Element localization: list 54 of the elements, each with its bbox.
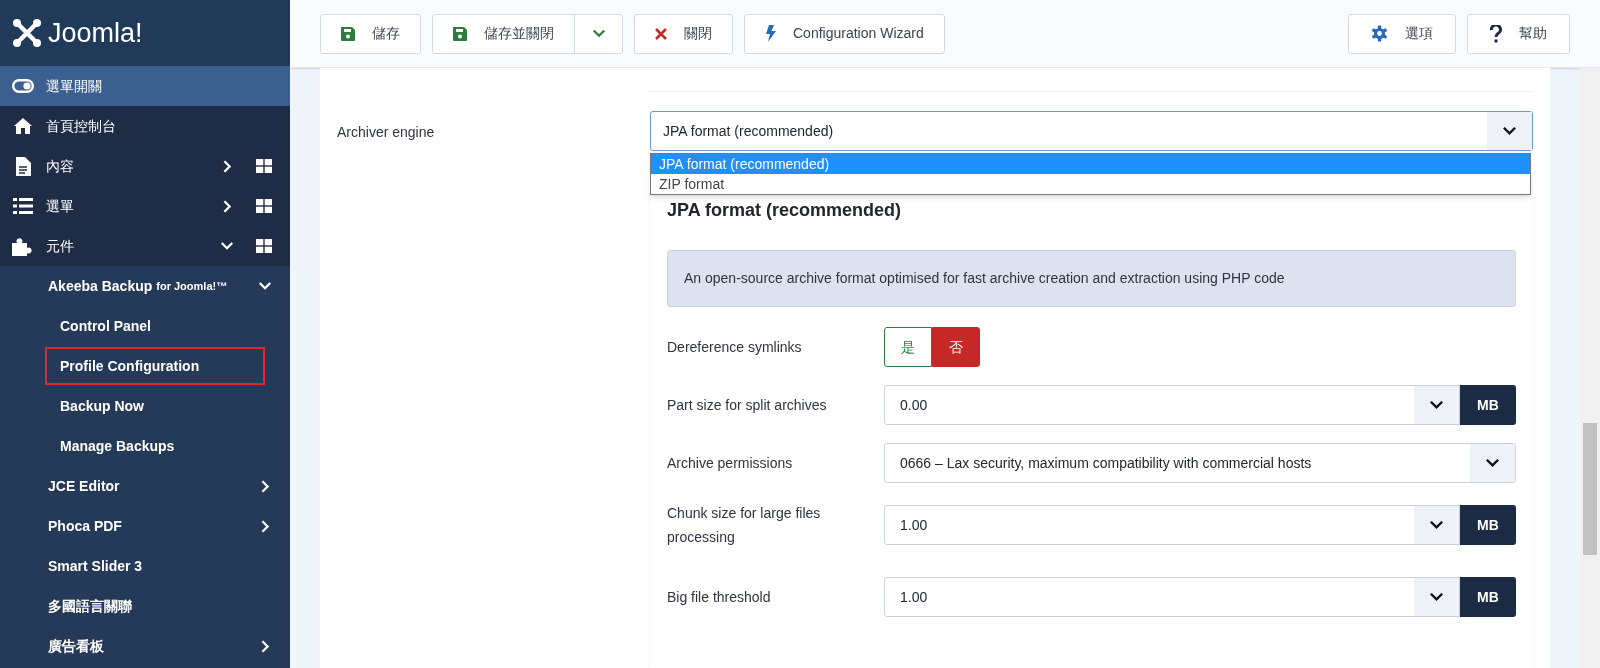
unit-label: MB — [1460, 577, 1516, 617]
sidebar-item[interactable]: 多國語言關聯 — [48, 587, 132, 625]
sidebar-item[interactable]: Smart Slider 3 — [48, 547, 143, 585]
sidebar-item[interactable]: Profile Configuration — [45, 347, 266, 385]
puzzle-icon — [12, 236, 34, 256]
toolbar-button[interactable]: 儲存 — [320, 13, 421, 54]
toolbar-button[interactable]: 選項 — [1348, 13, 1456, 54]
list-icon — [13, 198, 33, 214]
panel-heading: JPA format (recommended) — [667, 199, 903, 222]
scrollbar[interactable] — [1580, 68, 1600, 668]
sidebar-item[interactable]: Phoca PDF — [48, 507, 122, 545]
number-field[interactable]: 1.00 — [884, 505, 1460, 545]
help-icon — [1490, 24, 1502, 43]
lightning-bolt-icon — [765, 25, 776, 42]
dropdown-option[interactable]: ZIP format — [651, 174, 1530, 194]
sidebar-item[interactable]: 廣告看板 — [48, 627, 104, 665]
unit-label: MB — [1460, 505, 1516, 545]
brand-name: Joomla! — [48, 19, 143, 47]
save-icon — [341, 26, 355, 41]
no-option[interactable]: 否 — [932, 327, 980, 367]
document-icon — [15, 156, 31, 176]
grid-icon[interactable] — [256, 239, 272, 253]
sidebar-item[interactable]: Akeeba Backup for Joomla!™ — [48, 267, 228, 305]
field-label: Big file threshold — [667, 588, 772, 607]
number-field[interactable]: 0.00 — [884, 385, 1460, 425]
settings-icon — [1371, 25, 1388, 42]
yes-option[interactable]: 是 — [884, 327, 932, 367]
info-message: An open-source archive format optimised for fast archive creation and extraction using PHP code — [667, 250, 1516, 307]
sidebar-item[interactable]: JCE Editor — [48, 467, 120, 505]
grid-icon[interactable] — [256, 199, 272, 213]
sidebar-item-suffix: for Joomla!™ — [156, 278, 228, 294]
close-icon — [655, 27, 667, 40]
select-field[interactable]: 0666 – Lax security, maximum compatibility with commercial hosts — [884, 443, 1516, 483]
home-icon — [13, 117, 33, 135]
field-label: Part size for split archives — [667, 396, 828, 415]
toolbar-button[interactable]: 幫助 — [1467, 13, 1570, 54]
menu-toggle[interactable]: 選單開關 — [0, 66, 290, 106]
field-label: Dereference symlinks — [667, 338, 803, 357]
select-field[interactable]: JPA format (recommended) — [650, 111, 1533, 151]
sidebar-item[interactable]: Manage Backups — [60, 427, 175, 465]
toolbar-button[interactable]: 關閉 — [634, 13, 733, 54]
grid-icon[interactable] — [256, 159, 272, 173]
field-label: Chunk size for large files processing — [667, 504, 822, 547]
field-label: Archiver engine — [337, 123, 436, 142]
save-icon — [453, 26, 467, 41]
field-label: Archive permissions — [667, 454, 794, 473]
toolbar-button[interactable]: 儲存並關閉 — [433, 14, 574, 53]
toolbar-button[interactable]: Configuration Wizard — [744, 13, 945, 54]
number-field[interactable]: 1.00 — [884, 577, 1460, 617]
sidebar-item[interactable]: Control Panel — [60, 307, 151, 345]
logo-icon — [12, 18, 42, 48]
toggle-icon — [12, 79, 34, 93]
sidebar-item[interactable]: Backup Now — [60, 387, 144, 425]
unit-label: MB — [1460, 385, 1516, 425]
